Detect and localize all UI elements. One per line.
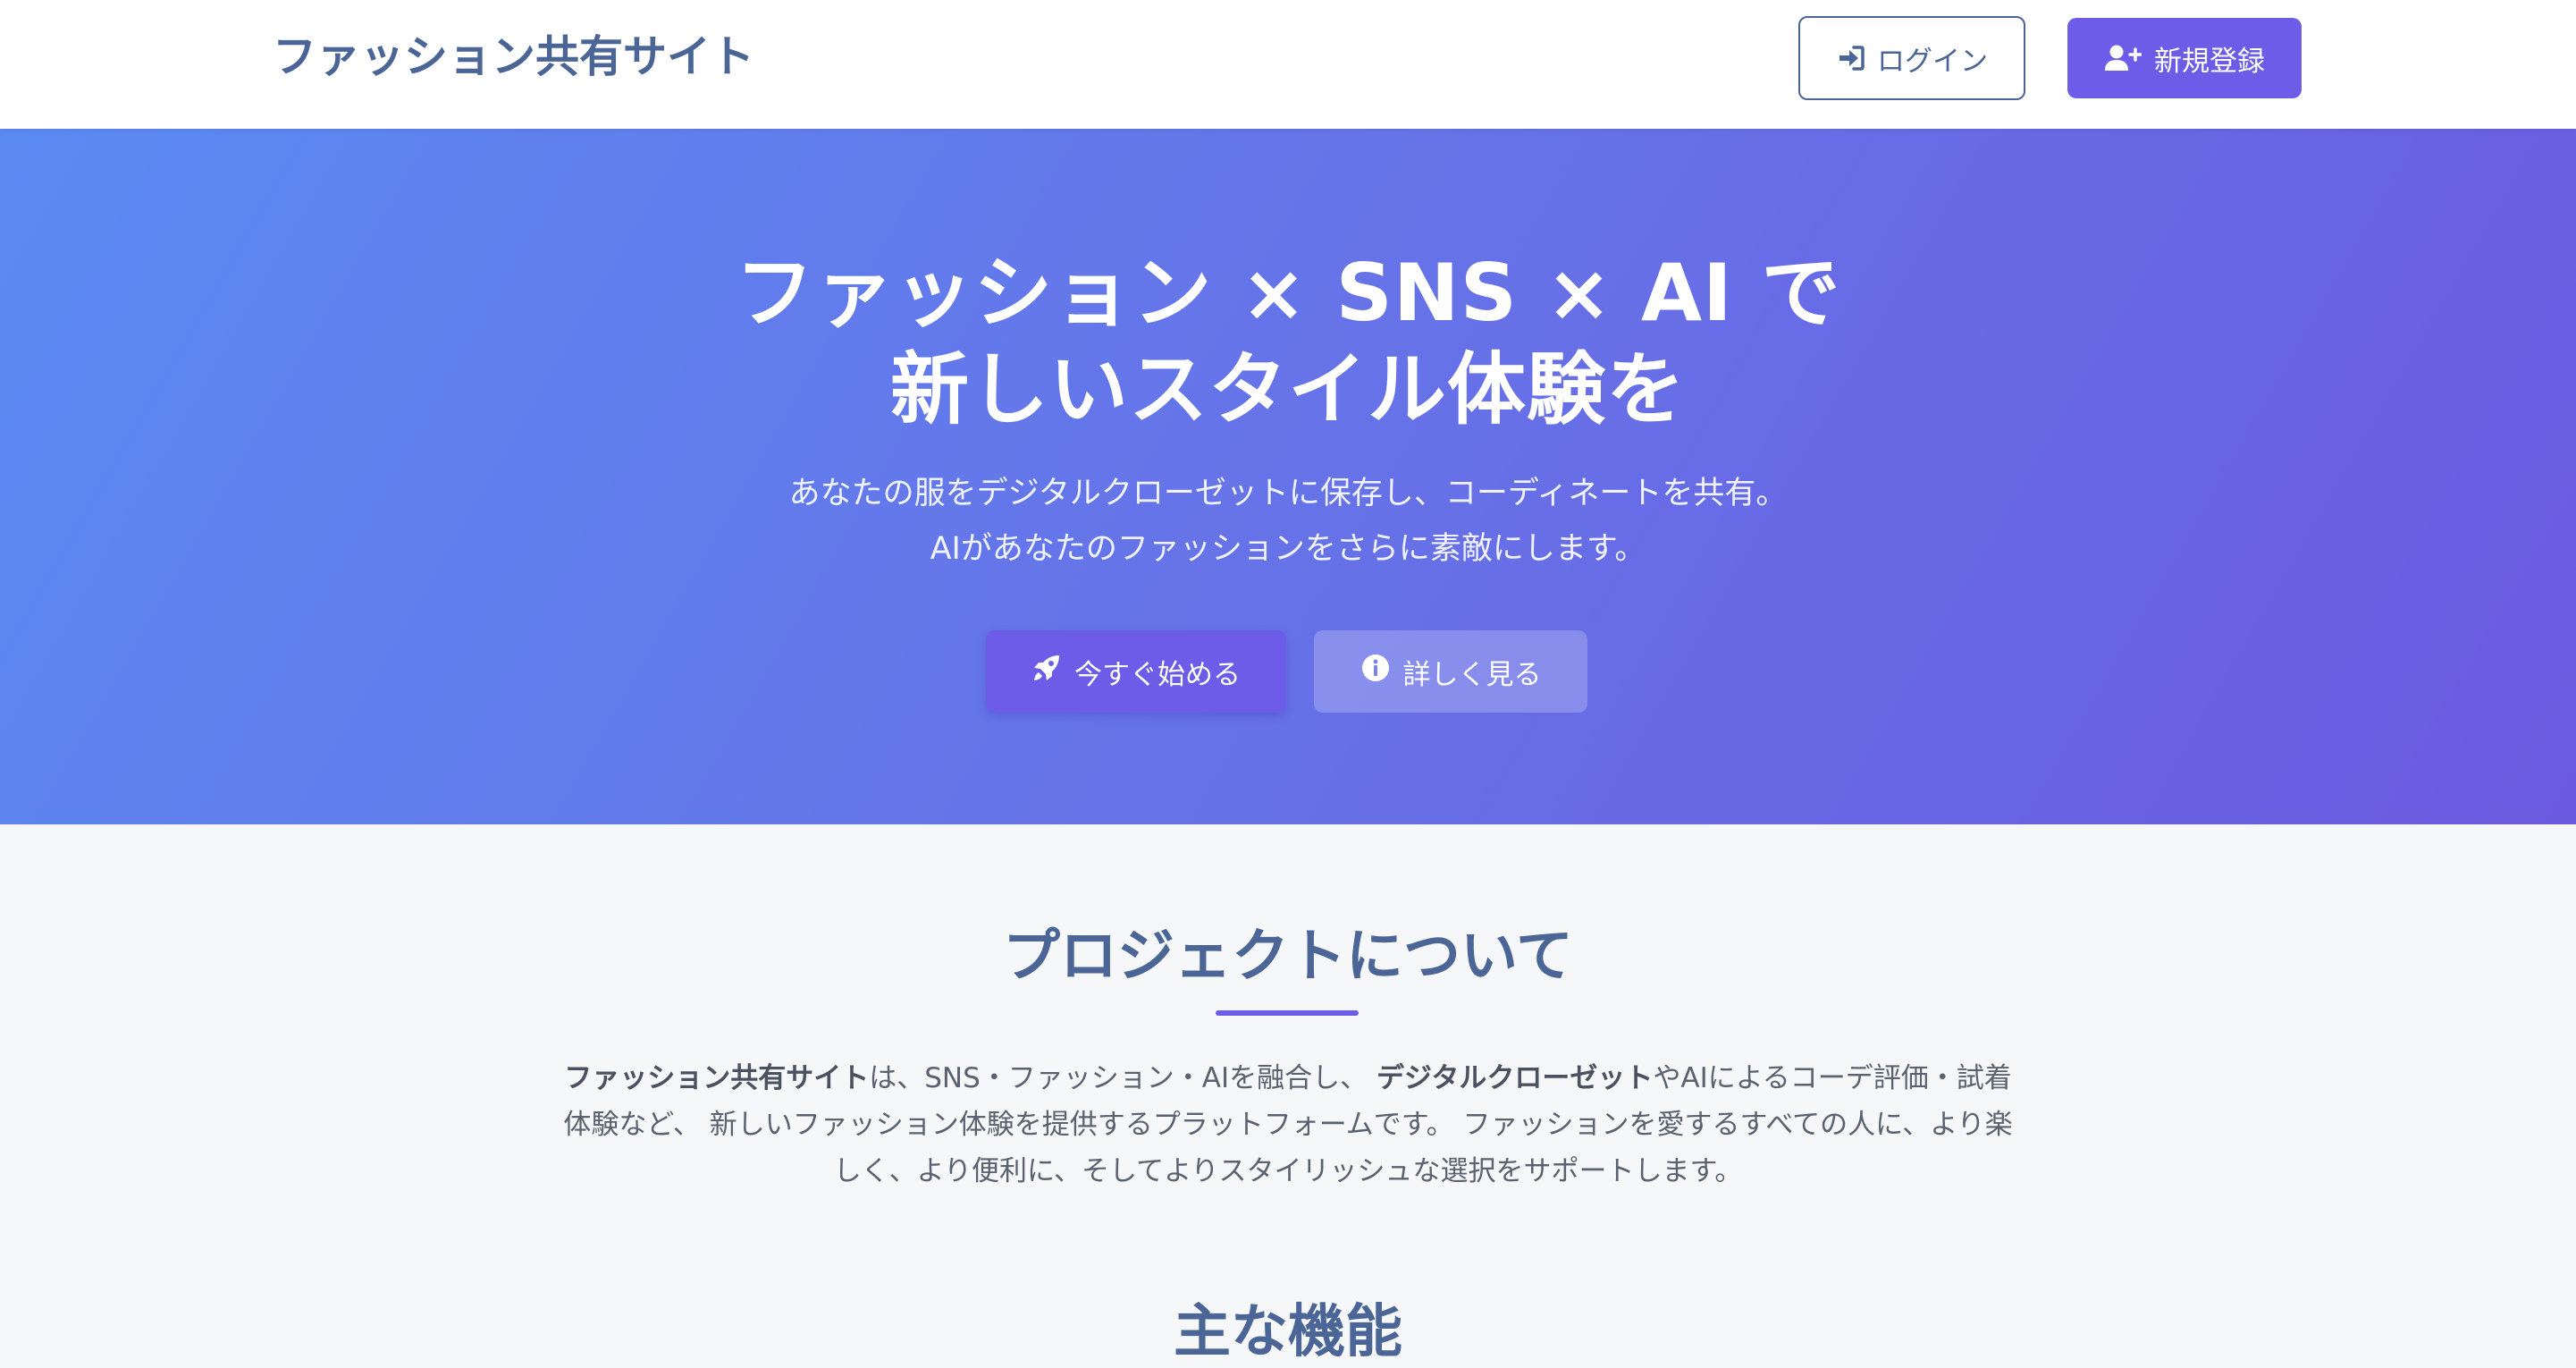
site-header: ファッション共有サイト ログイン 新規登録 [0,0,2576,129]
hero-title-line-1: ファッション × SNS × AI で [735,247,1841,339]
learn-more-label: 詳しく見る [1402,658,1542,691]
features-section-title: 主な機能 [1174,1299,1402,1365]
hero-subtitle: あなたの服をデジタルクローゼットに保存し、コーディネートを共有。 AIがあなたの… [0,466,2576,577]
brand-logo-text[interactable]: ファッション共有サイト [273,30,754,84]
about-description: ファッション共有サイトは、SNS・ファッション・AIを融合し、 デジタルクローゼ… [554,1055,2022,1195]
info-circle-icon [1360,653,1391,690]
sign-in-icon [1836,45,1865,72]
user-plus-icon [2104,44,2142,72]
about-section-title: プロジェクトについて [1002,924,1574,990]
hero-subtitle-line-2: AIがあなたのファッションをさらに素敵にします。 [930,531,1646,567]
hero-title: ファッション × SNS × AI で 新しいスタイル体験を [0,245,2576,438]
rocket-icon [1031,653,1062,690]
get-started-button[interactable]: 今すぐ始める [986,630,1286,713]
register-button-label: 新規登録 [2154,45,2265,78]
learn-more-button[interactable]: 詳しく見る [1314,630,1587,713]
title-underline [1216,1010,1359,1016]
hero-section: ファッション × SNS × AI で 新しいスタイル体験を あなたの服をデジタ… [0,129,2576,824]
about-brand-emphasis: ファッション共有サイト [564,1062,870,1094]
register-button[interactable]: 新規登録 [2067,18,2302,98]
login-button-label: ログイン [1877,45,1988,78]
about-text-part: は、SNS・ファッション・AIを融合し、 [869,1062,1368,1094]
hero-subtitle-line-1: あなたの服をデジタルクローゼットに保存し、コーディネートを共有。 [788,476,1788,511]
login-button[interactable]: ログイン [1798,16,2025,100]
get-started-label: 今すぐ始める [1074,658,1241,691]
about-closet-emphasis: デジタルクローゼット [1376,1062,1654,1094]
hero-title-line-2: 新しいスタイル体験を [889,343,1686,435]
